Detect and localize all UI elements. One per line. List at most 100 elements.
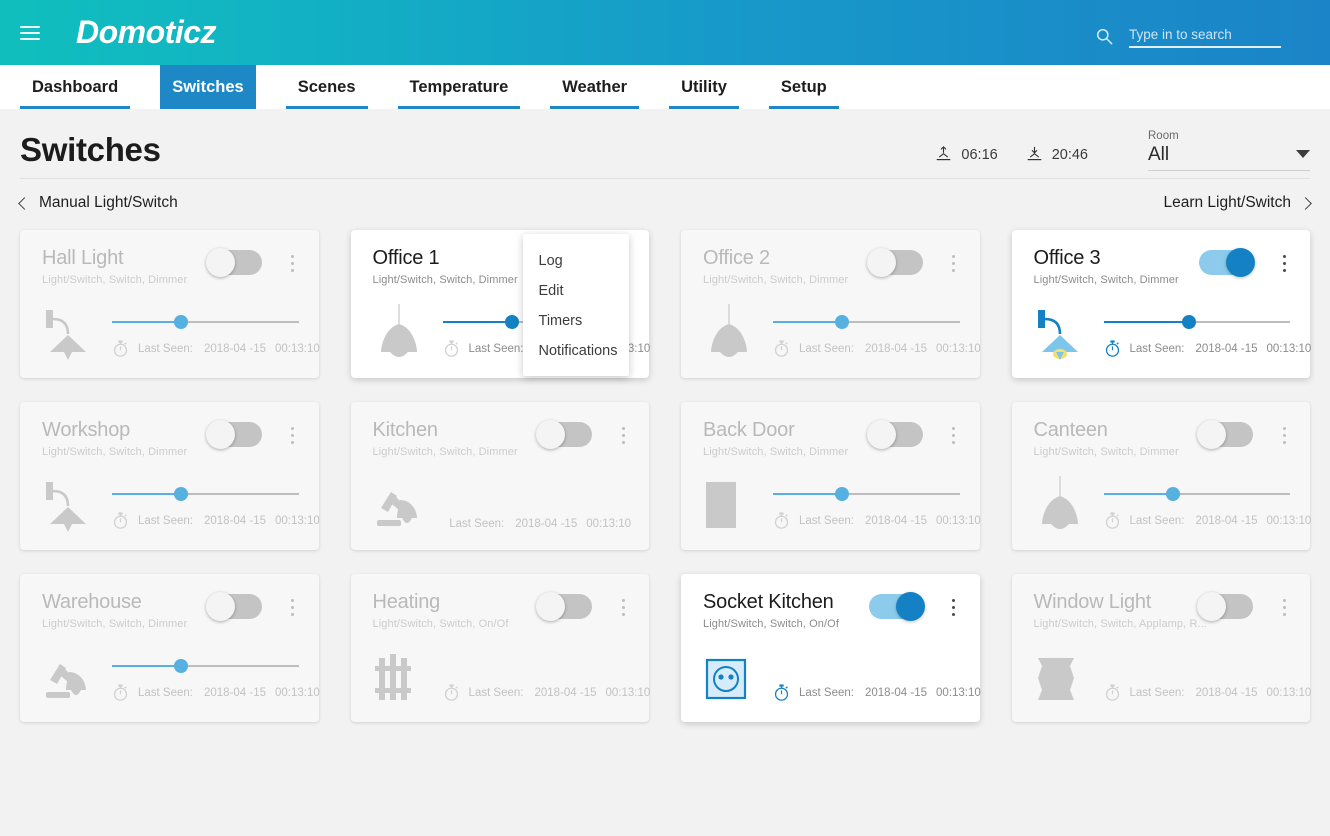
timer-icon[interactable] (1104, 339, 1121, 358)
tab-label: Temperature (409, 77, 509, 96)
timer-icon[interactable] (443, 339, 460, 358)
card-menu-button[interactable] (945, 594, 963, 620)
timer-icon[interactable] (1104, 683, 1121, 702)
timer-icon[interactable] (773, 683, 790, 702)
dimmer-slider[interactable] (1103, 315, 1290, 329)
switch-card[interactable]: Office 2 Light/Switch, Switch, Dimmer Last… (681, 230, 981, 378)
tab-temperature[interactable]: Temperature (397, 65, 521, 109)
card-menu-button[interactable] (284, 250, 302, 276)
radiator-icon (374, 654, 411, 700)
chevron-left-icon (18, 196, 31, 210)
app-logo[interactable]: Domoticz (76, 14, 217, 51)
card-menu-button[interactable] (1275, 422, 1293, 448)
slider-thumb[interactable] (1165, 487, 1180, 501)
switch-card[interactable]: Canteen Light/Switch, Switch, Dimmer Last … (1011, 402, 1311, 550)
switch-toggle[interactable] (205, 420, 262, 449)
slider-fill (1103, 321, 1190, 323)
slider-thumb[interactable] (1182, 315, 1197, 329)
wall-lamp-icon (46, 482, 86, 532)
tab-spacer (739, 65, 769, 109)
dimmer-slider[interactable] (773, 315, 960, 329)
switch-card[interactable]: Back Door Light/Switch, Switch, Dimmer Las… (681, 402, 981, 550)
hamburger-icon[interactable] (20, 22, 40, 44)
tab-list: Dashboard Switches Scenes Temperature Weathe… (0, 65, 1330, 109)
switch-toggle-knob (536, 592, 565, 621)
slider-thumb[interactable] (174, 659, 188, 673)
timer-icon[interactable] (773, 511, 790, 530)
timer-icon[interactable] (1104, 511, 1121, 530)
context-menu-item-timers[interactable]: Timers (523, 306, 629, 336)
card-menu-button[interactable] (945, 250, 963, 276)
tab-utility[interactable]: Utility (669, 65, 739, 109)
timer-icon[interactable] (443, 683, 460, 702)
dimmer-slider[interactable] (1103, 487, 1290, 501)
manual-light-switch-link[interactable]: Manual Light/Switch (18, 194, 178, 212)
context-menu-item-log[interactable]: Log (523, 246, 629, 276)
chevron-right-icon (1299, 196, 1312, 210)
tab-dashboard[interactable]: Dashboard (20, 65, 131, 109)
slider-thumb[interactable] (174, 487, 188, 501)
dimmer-slider[interactable] (773, 487, 960, 501)
device-icon (703, 474, 759, 536)
switch-toggle[interactable] (866, 420, 923, 449)
card-menu-button[interactable] (1275, 594, 1293, 620)
switch-card[interactable]: Hall Light Light/Switch, Switch, Dimmer La… (20, 230, 320, 378)
card-footer: Last Seen: 2018-04 -15 00:13:10 (773, 339, 981, 358)
switch-card[interactable]: Office 1 Light/Switch, Switch, Dimmer Last… (350, 230, 650, 378)
switch-toggle[interactable] (1197, 592, 1253, 621)
timer-icon[interactable] (112, 511, 129, 530)
dimmer-slider[interactable] (112, 315, 299, 329)
switch-toggle-knob (205, 592, 235, 621)
search-icon[interactable] (1096, 28, 1113, 45)
card-context-menu[interactable]: Log Edit Timers Notifications (522, 234, 629, 376)
switch-card[interactable]: Warehouse Light/Switch, Switch, Dimmer Las… (20, 574, 320, 722)
learn-light-switch-link[interactable]: Learn Light/Switch (1163, 194, 1312, 212)
switch-card[interactable]: Socket Kitchen Light/Switch, Switch, On/O… (681, 574, 981, 722)
pendant-lamp-icon (380, 304, 417, 357)
card-menu-button[interactable] (614, 422, 632, 448)
last-seen: Last Seen: 2018-04 -15 00:13:10 (469, 687, 651, 699)
card-menu-button[interactable] (1275, 250, 1293, 276)
switch-toggle[interactable] (1197, 420, 1253, 449)
kebab-dot (291, 598, 294, 602)
tab-scenes[interactable]: Scenes (285, 65, 368, 109)
switch-toggle[interactable] (868, 592, 925, 621)
switch-toggle[interactable] (866, 248, 923, 277)
card-menu-button[interactable] (614, 594, 632, 620)
tab-setup[interactable]: Setup (768, 65, 839, 109)
switch-card[interactable]: Heating Light/Switch, Switch, On/Of Last S… (350, 574, 651, 722)
timer-icon[interactable] (773, 339, 790, 358)
switch-toggle[interactable] (205, 592, 262, 621)
slider-thumb[interactable] (504, 315, 519, 329)
tab-switches[interactable]: Switches (160, 65, 256, 109)
timer-icon[interactable] (112, 683, 129, 702)
context-menu-item-notifications[interactable]: Notifications (523, 336, 629, 366)
last-seen-time: 00:13:10 (275, 342, 320, 355)
timer-icon[interactable] (112, 339, 129, 358)
switch-card[interactable]: Workshop Light/Switch, Switch, Dimmer Last… (20, 402, 320, 550)
search-input[interactable] (1129, 27, 1281, 46)
card-menu-button[interactable] (945, 422, 963, 448)
dimmer-slider[interactable] (112, 487, 299, 501)
switch-toggle-knob (205, 420, 235, 449)
switch-toggle[interactable] (1199, 248, 1255, 277)
socket-icon (705, 658, 747, 700)
switch-card[interactable]: Office 3 Light/Switch, Switch, Dimmer Last… (1011, 230, 1312, 378)
slider-thumb[interactable] (835, 487, 849, 501)
tab-weather[interactable]: Weather (550, 65, 640, 109)
switch-card[interactable]: Kitchen Light/Switch, Switch, Dimmer Last … (350, 402, 649, 550)
switch-toggle[interactable] (536, 420, 592, 449)
last-seen-time: 00:13:10 (1266, 342, 1312, 355)
slider-thumb[interactable] (174, 315, 188, 329)
switch-card[interactable]: Window Light Light/Switch, Switch, Applam… (1011, 574, 1311, 722)
dimmer-slider[interactable] (112, 659, 299, 673)
switch-toggle[interactable] (205, 248, 262, 277)
switch-toggle[interactable] (536, 592, 592, 621)
room-filter-select[interactable]: Room All (1148, 130, 1310, 171)
context-menu-item-edit[interactable]: Edit (523, 276, 629, 306)
pendant-lamp-icon (1041, 476, 1078, 529)
card-menu-button[interactable] (284, 422, 302, 448)
slider-thumb[interactable] (835, 315, 849, 329)
slider-fill (773, 493, 842, 495)
card-menu-button[interactable] (284, 594, 302, 620)
